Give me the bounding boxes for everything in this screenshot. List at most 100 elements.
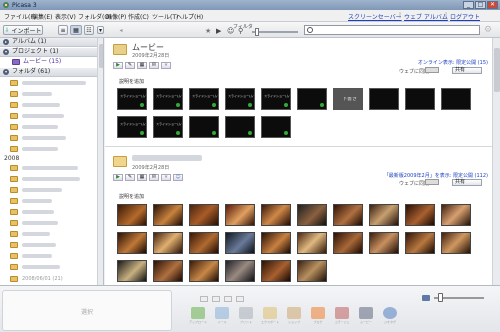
- shop-button[interactable]: ショップ: [284, 306, 304, 326]
- share-button[interactable]: 共有: [452, 179, 482, 186]
- expand-icon[interactable]: ▸: [3, 39, 9, 45]
- collage-button[interactable]: コラージュ: [332, 306, 352, 326]
- thumbnail-size-slider[interactable]: [422, 293, 486, 302]
- thumbnail[interactable]: [441, 232, 471, 254]
- star-icon[interactable]: ★: [161, 174, 171, 181]
- folder-item[interactable]: [22, 265, 60, 269]
- upload-button[interactable]: アップロード: [188, 306, 208, 326]
- collage-icon[interactable]: ▦: [137, 62, 147, 69]
- folder-item[interactable]: [22, 199, 52, 203]
- thumbnail[interactable]: [405, 232, 435, 254]
- scrollbar-thumb[interactable]: [99, 44, 103, 68]
- folder-item[interactable]: [22, 114, 64, 118]
- thumbnail[interactable]: [225, 260, 255, 282]
- thumbnail[interactable]: [153, 204, 183, 226]
- thumbnail[interactable]: [261, 204, 291, 226]
- close-button[interactable]: ✕: [487, 1, 498, 9]
- thumbnail[interactable]: スライドショー(ムービー): [153, 88, 183, 110]
- thumbnail[interactable]: スライドショー(ムービー): [189, 88, 219, 110]
- edit-icon[interactable]: ✎: [125, 174, 135, 181]
- thumbnail[interactable]: [261, 116, 291, 138]
- thumbnail[interactable]: [369, 232, 399, 254]
- thumbnail[interactable]: [369, 204, 399, 226]
- star-icon[interactable]: ★: [161, 62, 171, 69]
- blog-button[interactable]: ブログ: [308, 306, 328, 326]
- view-dropdown-button[interactable]: ▾: [97, 26, 104, 34]
- hold-icon[interactable]: [200, 296, 208, 302]
- thumbnail[interactable]: [441, 88, 471, 110]
- maximize-button[interactable]: □: [475, 1, 486, 9]
- thumbnail[interactable]: [405, 88, 435, 110]
- minimize-button[interactable]: _: [463, 1, 474, 9]
- thumbnail[interactable]: [153, 232, 183, 254]
- view-list-button[interactable]: ≡: [58, 25, 68, 35]
- gear-icon[interactable]: ⚙: [484, 25, 492, 35]
- thumbnail[interactable]: 下書き: [333, 88, 363, 110]
- thumbnail[interactable]: [297, 260, 327, 282]
- folder-item[interactable]: [22, 188, 62, 192]
- scrollbar-thumb[interactable]: [494, 48, 500, 92]
- filter-geotag-icon[interactable]: ⚲: [238, 27, 243, 35]
- folder-item[interactable]: [22, 232, 50, 236]
- thumbnail[interactable]: [297, 232, 327, 254]
- thumbnail[interactable]: [369, 88, 399, 110]
- edit-icon[interactable]: ✎: [125, 62, 135, 69]
- online-view-link[interactable]: オンライン表示: 限定公開 (15): [418, 59, 488, 66]
- logout-link[interactable]: ログアウト: [450, 12, 480, 21]
- web-sync-toggle[interactable]: [425, 67, 439, 73]
- import-button[interactable]: ⇩ インポート: [3, 25, 43, 35]
- menu-view[interactable]: 表示(V): [55, 12, 76, 21]
- folder-item[interactable]: [22, 254, 52, 258]
- folder-item[interactable]: [22, 103, 60, 107]
- email-icon[interactable]: ✉: [149, 62, 159, 69]
- thumbnail[interactable]: [117, 204, 147, 226]
- clear-icon[interactable]: [212, 296, 220, 302]
- slider-handle[interactable]: [255, 28, 259, 36]
- thumbnail[interactable]: [333, 232, 363, 254]
- online-view-link[interactable]: 「最新版2009年2月」を表示: 限定公開 (112): [384, 172, 488, 179]
- thumbnail[interactable]: [189, 204, 219, 226]
- screensaver-link[interactable]: スクリーンセーバー: [348, 12, 402, 21]
- view-thumbnails-button[interactable]: ▦: [70, 25, 82, 35]
- folder-item[interactable]: [22, 210, 54, 214]
- projects-section[interactable]: ▾ プロジェクト (1): [0, 48, 103, 57]
- folder-item[interactable]: [22, 136, 66, 140]
- menu-create[interactable]: 作成(C): [128, 12, 149, 21]
- add-caption[interactable]: 説明を追加: [119, 193, 144, 200]
- folder-item[interactable]: [22, 177, 80, 181]
- thumbnail[interactable]: [261, 232, 291, 254]
- web-album-link[interactable]: ウェブ アルバム: [404, 12, 448, 21]
- filter-video-icon[interactable]: ▶: [216, 27, 221, 35]
- view-tree-button[interactable]: ☷: [84, 25, 94, 35]
- thumbnail[interactable]: [297, 88, 327, 110]
- add-caption[interactable]: 説明を追加: [119, 78, 144, 85]
- folder-item[interactable]: [22, 221, 58, 225]
- thumbnail[interactable]: スライドショー(ムービー): [225, 88, 255, 110]
- folder-item[interactable]: [22, 81, 86, 85]
- menu-edit[interactable]: 編集(E): [32, 12, 52, 21]
- search-input[interactable]: [304, 25, 480, 35]
- collage-icon[interactable]: ▦: [137, 174, 147, 181]
- person-icon[interactable]: ☺: [173, 174, 183, 181]
- collapse-icon[interactable]: ▾: [3, 49, 9, 55]
- thumbnail[interactable]: [117, 232, 147, 254]
- export-button[interactable]: エクスポート: [260, 306, 280, 326]
- folder-item[interactable]: [22, 92, 52, 96]
- folder-item[interactable]: [22, 147, 58, 151]
- back-button[interactable]: ◂: [116, 26, 126, 34]
- thumbnail[interactable]: [225, 116, 255, 138]
- thumbnail[interactable]: [189, 260, 219, 282]
- thumbnail[interactable]: [225, 232, 255, 254]
- sidebar-scrollbar[interactable]: [97, 38, 103, 285]
- library-scrollbar[interactable]: [492, 38, 500, 285]
- thumbnail[interactable]: [189, 232, 219, 254]
- play-slideshow-icon[interactable]: ▶: [113, 62, 123, 69]
- thumbnail[interactable]: [261, 260, 291, 282]
- geotag-button[interactable]: ジオタグ: [380, 306, 400, 326]
- label-icon[interactable]: [224, 296, 232, 302]
- filter-date-slider[interactable]: [252, 28, 298, 36]
- email-button[interactable]: メール: [212, 306, 232, 326]
- star-icon[interactable]: [236, 296, 244, 302]
- web-sync-toggle[interactable]: [425, 179, 439, 185]
- selection-tray[interactable]: 選択: [2, 290, 172, 331]
